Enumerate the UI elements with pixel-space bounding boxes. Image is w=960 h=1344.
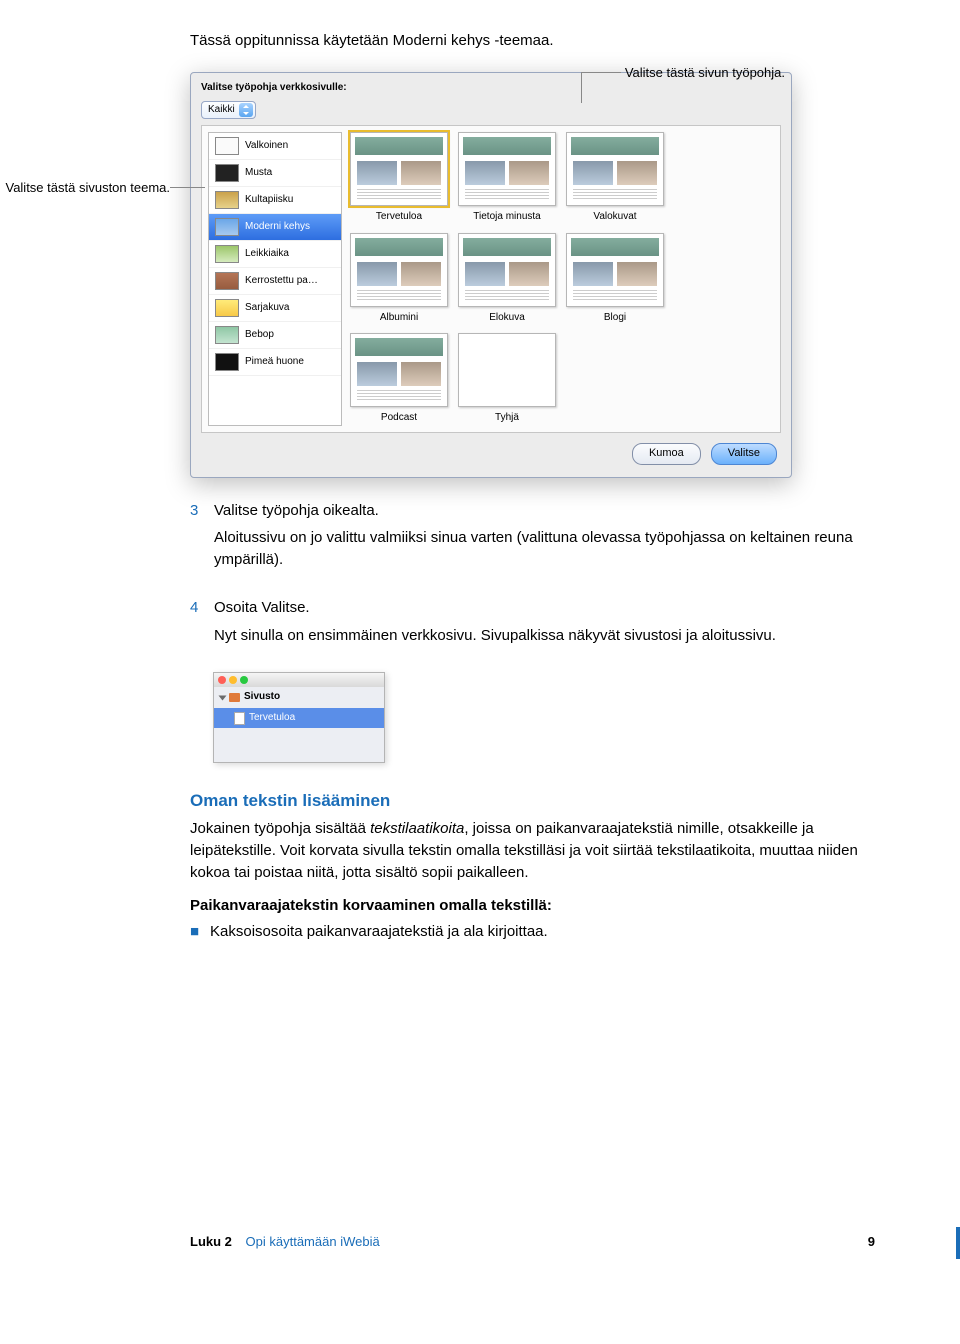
template-label: Podcast — [348, 411, 450, 426]
template-thumb[interactable] — [458, 333, 556, 407]
theme-item[interactable]: Leikkiaika — [209, 241, 341, 268]
template-label: Albumini — [348, 311, 450, 326]
theme-item[interactable]: Valkoinen — [209, 133, 341, 160]
template-thumb-selected[interactable] — [350, 132, 448, 206]
step-3-text: Valitse työpohja oikealta. — [214, 500, 875, 522]
step-4-text: Osoita Valitse. — [214, 597, 875, 619]
choose-button[interactable]: Valitse — [711, 443, 777, 465]
template-thumb[interactable] — [458, 132, 556, 206]
sidebar-site-item[interactable]: Sivusto — [214, 687, 384, 708]
template-thumb[interactable] — [350, 333, 448, 407]
template-label: Tervetuloa — [348, 210, 450, 225]
chapter-title: Opi käyttämään iWebiä — [246, 1234, 380, 1249]
template-thumb[interactable] — [458, 233, 556, 307]
template-label: Tyhjä — [456, 411, 558, 426]
template-chooser-dialog: Valitse työpohja verkkosivulle: Kaikki V… — [190, 72, 792, 478]
template-thumb[interactable] — [566, 233, 664, 307]
theme-item[interactable]: Sarjakuva — [209, 295, 341, 322]
theme-item[interactable]: Kultapiisku — [209, 187, 341, 214]
template-label: Tietoja minusta — [456, 210, 558, 225]
theme-item-selected[interactable]: Moderni kehys — [209, 214, 341, 241]
step-number: 4 — [190, 597, 204, 663]
sidebar-page-item-selected[interactable]: Tervetuloa — [214, 708, 384, 729]
bullet-text: Kaksoisosoita paikanvaraajatekstiä ja al… — [210, 921, 548, 943]
zoom-icon[interactable] — [240, 676, 248, 684]
disclosure-icon — [219, 695, 227, 700]
step-number: 3 — [190, 500, 204, 587]
footer-rule — [956, 1227, 960, 1259]
cancel-button[interactable]: Kumoa — [632, 443, 701, 465]
template-label: Blogi — [564, 311, 666, 326]
intro-text: Tässä oppitunnissa käytetään Moderni keh… — [190, 30, 875, 52]
sidebar-item-label: Sivusto — [244, 690, 280, 705]
minimize-icon[interactable] — [229, 676, 237, 684]
page-footer: Luku 2 Opi käyttämään iWebiä 9 — [0, 1233, 960, 1252]
page-icon — [234, 712, 245, 725]
callout-top: Valitse tästä sivun työpohja. — [625, 64, 785, 83]
callout-left: Valitse tästä sivuston teema. — [0, 179, 170, 198]
dialog-prompt: Valitse työpohja verkkosivulle: — [201, 81, 347, 96]
template-thumb[interactable] — [566, 132, 664, 206]
step-3-sub: Aloitussivu on jo valittu valmiiksi sinu… — [214, 527, 875, 571]
theme-item[interactable]: Pimeä huone — [209, 349, 341, 376]
theme-list[interactable]: Valkoinen Musta Kultapiisku Moderni kehy… — [208, 132, 342, 426]
sidebar-mini-screenshot: Sivusto Tervetuloa — [213, 672, 385, 763]
template-label: Valokuvat — [564, 210, 666, 225]
section-heading: Oman tekstin lisääminen — [190, 789, 875, 814]
template-thumb[interactable] — [350, 233, 448, 307]
folder-icon — [229, 693, 240, 702]
theme-item[interactable]: Bebop — [209, 322, 341, 349]
theme-item[interactable]: Kerrostettu pa… — [209, 268, 341, 295]
category-select[interactable]: Kaikki — [201, 101, 256, 119]
category-select-value: Kaikki — [208, 103, 235, 118]
subsection-heading: Paikanvaraajatekstin korvaaminen omalla … — [190, 895, 875, 917]
close-icon[interactable] — [218, 676, 226, 684]
window-titlebar — [214, 673, 384, 687]
page-number: 9 — [868, 1233, 875, 1252]
template-label: Elokuva — [456, 311, 558, 326]
bullet-icon: ■ — [190, 921, 200, 943]
template-grid: Tervetuloa Tietoja minusta Valokuvat Alb… — [348, 132, 774, 426]
theme-item[interactable]: Musta — [209, 160, 341, 187]
chevrons-icon — [239, 103, 253, 117]
sidebar-item-label: Tervetuloa — [249, 711, 295, 726]
section-paragraph: Jokainen työpohja sisältää tekstilaatiko… — [190, 818, 875, 883]
step-4-sub: Nyt sinulla on ensimmäinen verkkosivu. S… — [214, 625, 875, 647]
chapter-label: Luku 2 — [190, 1234, 232, 1249]
